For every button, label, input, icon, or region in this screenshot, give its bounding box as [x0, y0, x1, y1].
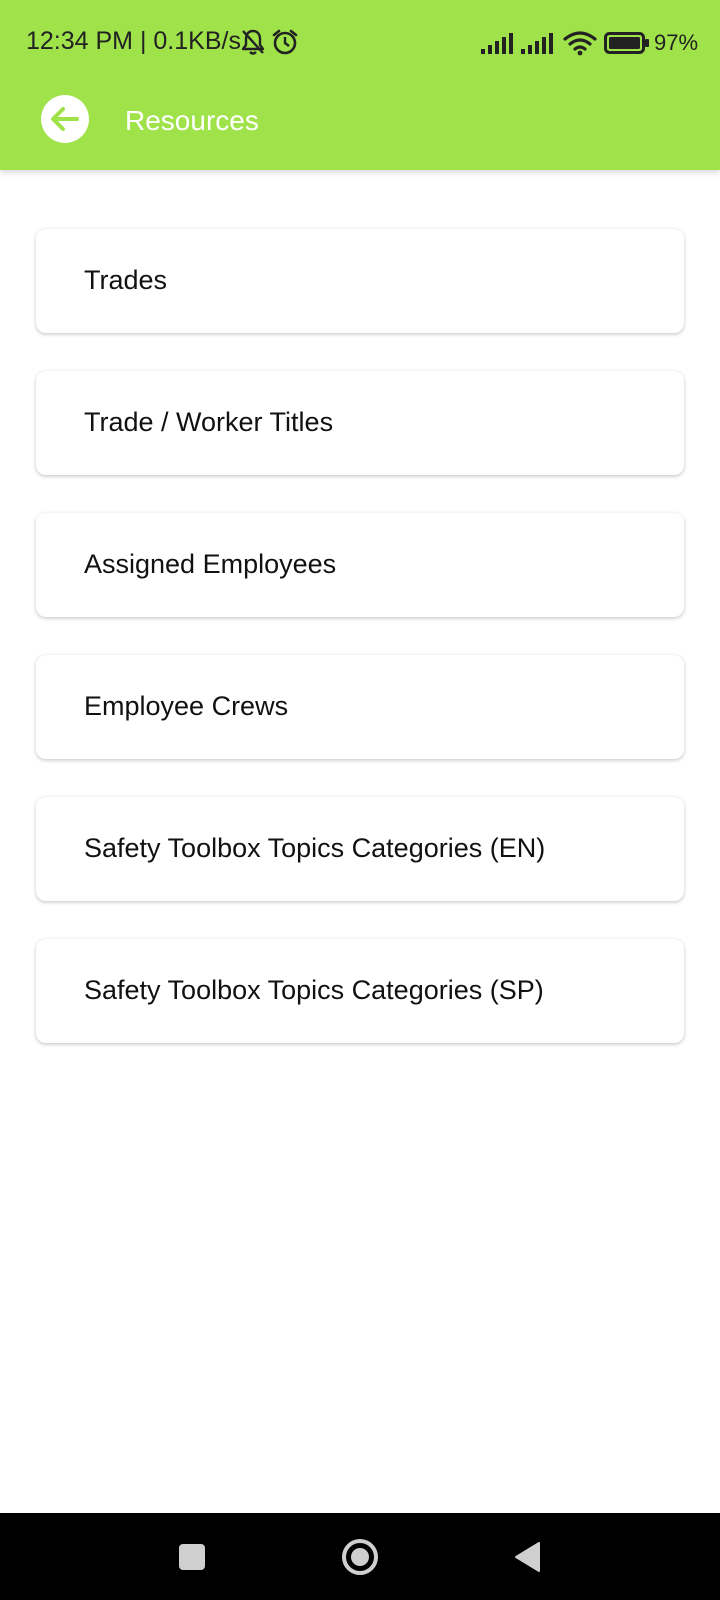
system-nav-bar [0, 1513, 720, 1600]
alarm-icon [271, 28, 299, 61]
arrow-left-icon [51, 107, 79, 131]
battery-percentage: 97% [654, 30, 699, 55]
list-item-employee-crews[interactable]: Employee Crews [36, 655, 684, 759]
status-time: 12:34 PM | 0.1KB/s [26, 27, 241, 55]
app-header: 12:34 PM | 0.1KB/s 97% Resources [0, 0, 720, 170]
list-item-label: Trades [84, 265, 168, 295]
list-item-label: Trade / Worker Titles [84, 407, 334, 437]
list-item-safety-topics-en[interactable]: Safety Toolbox Topics Categories (EN) [36, 797, 684, 901]
home-button[interactable] [336, 1533, 384, 1581]
list-item-safety-topics-sp[interactable]: Safety Toolbox Topics Categories (SP) [36, 939, 684, 1043]
page-title: Resources [125, 105, 259, 136]
list-item-assigned-employees[interactable]: Assigned Employees [36, 513, 684, 617]
status-bar: 12:34 PM | 0.1KB/s 97% [0, 0, 720, 88]
back-button[interactable] [41, 95, 89, 143]
signal-icon [521, 32, 555, 59]
battery-icon [604, 32, 650, 59]
recents-square-icon [179, 1544, 205, 1570]
recents-button[interactable] [168, 1533, 216, 1581]
back-triangle-icon [515, 1542, 540, 1572]
back-nav-button[interactable] [504, 1533, 552, 1581]
list-item-label: Safety Toolbox Topics Categories (EN) [84, 833, 546, 863]
list-item-trade-worker-titles[interactable]: Trade / Worker Titles [36, 371, 684, 475]
home-circle-icon [342, 1539, 378, 1575]
mute-bell-icon [240, 28, 266, 61]
wifi-icon [563, 30, 597, 61]
list-item-label: Assigned Employees [84, 549, 337, 579]
list-item-label: Safety Toolbox Topics Categories (SP) [84, 975, 544, 1005]
signal-icon [481, 32, 515, 59]
list-item-trades[interactable]: Trades [36, 229, 684, 333]
resources-list: Trades Trade / Worker Titles Assigned Em… [36, 229, 684, 1081]
list-item-label: Employee Crews [84, 691, 289, 721]
